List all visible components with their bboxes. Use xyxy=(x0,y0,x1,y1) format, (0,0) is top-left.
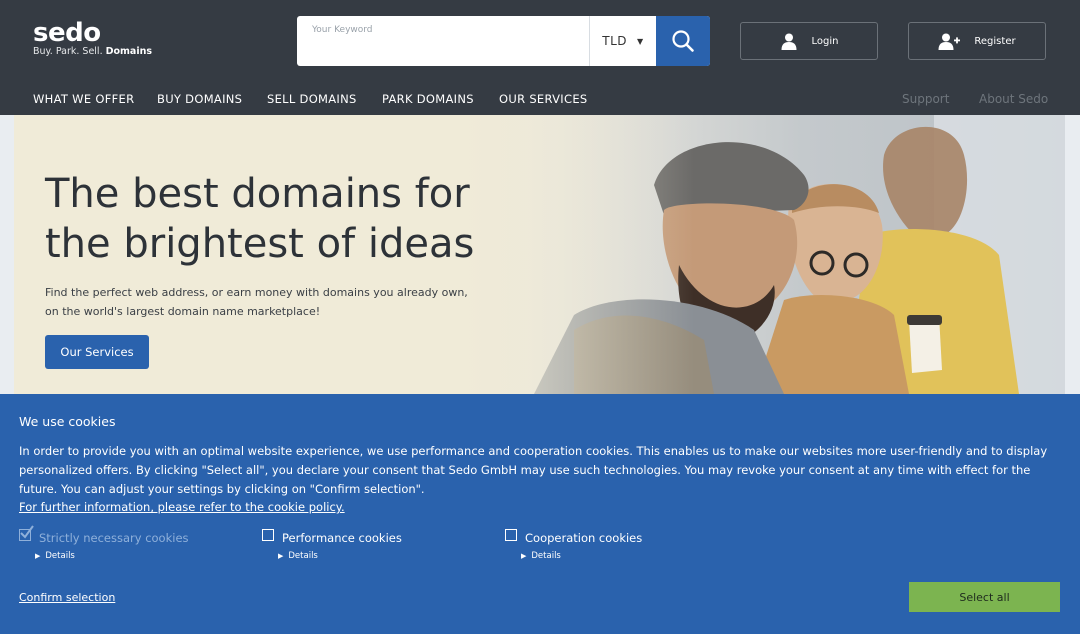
hero-banner: The best domains for the brightest of ide… xyxy=(14,115,1065,394)
hero-title-line-1: The best domains for xyxy=(45,171,470,217)
logo-wordmark: sedo xyxy=(33,18,101,48)
strictly-necessary-label: Strictly necessary cookies xyxy=(39,531,189,545)
checkmark-icon xyxy=(20,525,34,539)
cooperation-checkbox[interactable] xyxy=(505,529,517,541)
search-input[interactable] xyxy=(297,16,589,66)
nav-item-sell-domains[interactable]: SELL DOMAINS xyxy=(267,92,357,106)
tagline-prefix: Buy. Park. Sell. xyxy=(33,46,103,57)
nav-item-buy-domains[interactable]: BUY DOMAINS xyxy=(157,92,242,106)
hero-subtitle: Find the perfect web address, or earn mo… xyxy=(45,286,468,318)
tagline-bold: Domains xyxy=(105,46,153,57)
details-label: Details xyxy=(288,551,318,561)
strictly-necessary-checkbox xyxy=(19,525,34,541)
performance-checkbox[interactable] xyxy=(262,529,274,541)
strictly-necessary-details[interactable]: ▶ Details xyxy=(35,551,75,561)
cookie-text: In order to provide you with an optimal … xyxy=(19,444,1048,496)
cookie-title: We use cookies xyxy=(19,414,116,429)
performance-label[interactable]: Performance cookies xyxy=(282,531,402,545)
confirm-selection-link[interactable]: Confirm selection xyxy=(19,591,115,604)
triangle-right-icon: ▶ xyxy=(521,552,527,560)
nav-item-park-domains[interactable]: PARK DOMAINS xyxy=(382,92,474,106)
our-services-button[interactable]: Our Services xyxy=(45,335,149,369)
logo-tagline: Buy. Park. Sell. Domains xyxy=(33,46,152,58)
performance-details[interactable]: ▶ Details xyxy=(278,551,318,561)
tld-label: TLD xyxy=(602,34,628,48)
user-plus-icon xyxy=(938,33,961,50)
nav-item-about-sedo[interactable]: About Sedo xyxy=(979,92,1048,106)
nav-item-what-we-offer[interactable]: WHAT WE OFFER xyxy=(33,92,134,106)
tld-select[interactable]: TLD ▼ xyxy=(589,16,656,66)
search-button[interactable] xyxy=(656,16,710,66)
user-icon xyxy=(781,33,796,50)
login-button[interactable]: Login xyxy=(740,22,878,60)
select-all-button[interactable]: Select all xyxy=(909,582,1060,612)
details-label: Details xyxy=(45,551,75,561)
register-button[interactable]: Register xyxy=(908,22,1046,60)
triangle-right-icon: ▶ xyxy=(278,552,284,560)
site-header: sedo Buy. Park. Sell. Domains Your Keywo… xyxy=(0,0,1080,115)
search-icon xyxy=(672,30,694,52)
hero-title-line-2: the brightest of ideas xyxy=(45,221,475,267)
details-label: Details xyxy=(531,551,561,561)
caret-down-icon: ▼ xyxy=(637,36,644,46)
hero-title: The best domains for the brightest of ide… xyxy=(45,169,515,269)
cooperation-label[interactable]: Cooperation cookies xyxy=(525,531,642,545)
cookie-policy-link[interactable]: For further information, please refer to… xyxy=(19,500,345,514)
login-label: Login xyxy=(811,35,839,47)
nav-item-our-services[interactable]: OUR SERVICES xyxy=(499,92,588,106)
register-label: Register xyxy=(974,35,1016,47)
domain-search: Your Keyword TLD ▼ xyxy=(297,16,710,66)
main-nav: WHAT WE OFFER BUY DOMAINS SELL DOMAINS P… xyxy=(0,82,1080,115)
nav-item-support[interactable]: Support xyxy=(902,92,949,106)
triangle-right-icon: ▶ xyxy=(35,552,41,560)
cookie-banner: We use cookies In order to provide you w… xyxy=(0,394,1080,634)
sedo-logo[interactable]: sedo Buy. Park. Sell. Domains xyxy=(33,20,152,58)
cooperation-details[interactable]: ▶ Details xyxy=(521,551,561,561)
